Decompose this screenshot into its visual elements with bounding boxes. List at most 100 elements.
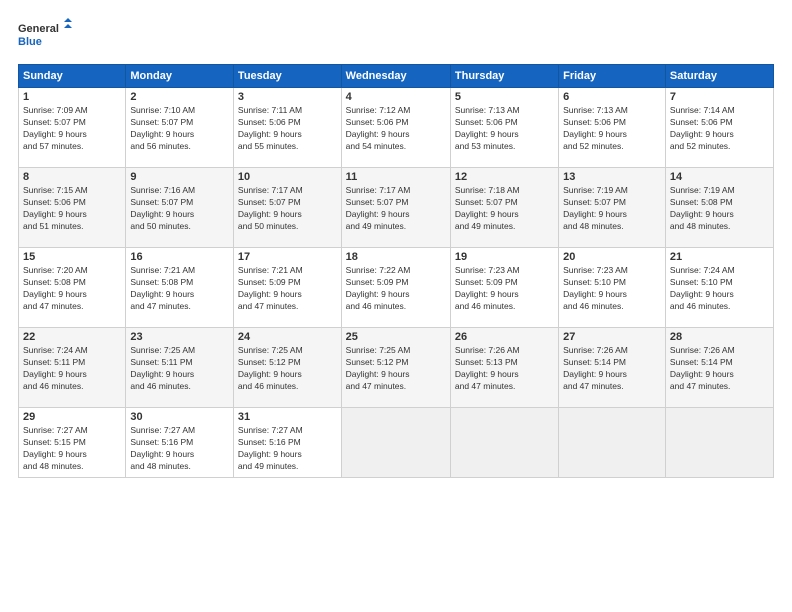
calendar-cell: 26 Sunrise: 7:26 AMSunset: 5:13 PMDayligh… xyxy=(450,328,558,408)
calendar-cell: 15 Sunrise: 7:20 AMSunset: 5:08 PMDayligh… xyxy=(19,248,126,328)
calendar-cell: 5Sunrise: 7:13 AMSunset: 5:06 PMDaylight… xyxy=(450,88,558,168)
day-number: 29 xyxy=(23,411,121,423)
svg-text:Blue: Blue xyxy=(18,36,42,48)
day-info: Sunrise: 7:25 AMSunset: 5:12 PMDaylight:… xyxy=(346,345,446,393)
calendar-cell: 25 Sunrise: 7:25 AMSunset: 5:12 PMDayligh… xyxy=(341,328,450,408)
day-info: Sunrise: 7:19 AMSunset: 5:07 PMDaylight:… xyxy=(563,185,661,233)
calendar-cell: 29Sunrise: 7:27 AMSunset: 5:15 PMDayligh… xyxy=(19,408,126,478)
calendar-cell: 30Sunrise: 7:27 AMSunset: 5:16 PMDayligh… xyxy=(126,408,234,478)
day-number: 24 xyxy=(238,331,337,343)
day-number: 10 xyxy=(238,171,337,183)
day-number: 19 xyxy=(455,251,554,263)
day-info: Sunrise: 7:11 AMSunset: 5:06 PMDaylight:… xyxy=(238,105,337,153)
calendar-cell: 11 Sunrise: 7:17 AMSunset: 5:07 PMDayligh… xyxy=(341,168,450,248)
day-info: Sunrise: 7:15 AMSunset: 5:06 PMDaylight:… xyxy=(23,185,121,233)
day-number: 11 xyxy=(346,171,446,183)
calendar-cell: 18 Sunrise: 7:22 AMSunset: 5:09 PMDayligh… xyxy=(341,248,450,328)
calendar-cell: 16Sunrise: 7:21 AMSunset: 5:08 PMDayligh… xyxy=(126,248,234,328)
day-number: 7 xyxy=(670,91,769,103)
day-number: 14 xyxy=(670,171,769,183)
day-number: 8 xyxy=(23,171,121,183)
calendar-cell: 21Sunrise: 7:24 AMSunset: 5:10 PMDayligh… xyxy=(665,248,773,328)
day-info: Sunrise: 7:14 AMSunset: 5:06 PMDaylight:… xyxy=(670,105,769,153)
day-info: Sunrise: 7:17 AMSunset: 5:07 PMDaylight:… xyxy=(346,185,446,233)
calendar-week-row: 15 Sunrise: 7:20 AMSunset: 5:08 PMDayligh… xyxy=(19,248,774,328)
calendar-cell: 22 Sunrise: 7:24 AMSunset: 5:11 PMDayligh… xyxy=(19,328,126,408)
calendar-cell: 2 Sunrise: 7:10 AMSunset: 5:07 PMDaylight… xyxy=(126,88,234,168)
calendar-cell: 20 Sunrise: 7:23 AMSunset: 5:10 PMDayligh… xyxy=(559,248,666,328)
calendar-week-row: 1 Sunrise: 7:09 AMSunset: 5:07 PMDaylight… xyxy=(19,88,774,168)
day-number: 13 xyxy=(563,171,661,183)
calendar-cell: 6 Sunrise: 7:13 AMSunset: 5:06 PMDaylight… xyxy=(559,88,666,168)
calendar-cell: 7 Sunrise: 7:14 AMSunset: 5:06 PMDaylight… xyxy=(665,88,773,168)
page: General Blue SundayMondayTuesdayWednesda… xyxy=(0,0,792,612)
calendar-week-row: 29Sunrise: 7:27 AMSunset: 5:15 PMDayligh… xyxy=(19,408,774,478)
day-info: Sunrise: 7:22 AMSunset: 5:09 PMDaylight:… xyxy=(346,265,446,313)
day-info: Sunrise: 7:23 AMSunset: 5:10 PMDaylight:… xyxy=(563,265,661,313)
weekday-header: Thursday xyxy=(450,65,558,88)
weekday-header: Wednesday xyxy=(341,65,450,88)
day-number: 6 xyxy=(563,91,661,103)
calendar-cell: 28Sunrise: 7:26 AMSunset: 5:14 PMDayligh… xyxy=(665,328,773,408)
day-info: Sunrise: 7:24 AMSunset: 5:10 PMDaylight:… xyxy=(670,265,769,313)
day-info: Sunrise: 7:09 AMSunset: 5:07 PMDaylight:… xyxy=(23,105,121,153)
day-info: Sunrise: 7:26 AMSunset: 5:14 PMDaylight:… xyxy=(563,345,661,393)
day-number: 22 xyxy=(23,331,121,343)
day-info: Sunrise: 7:24 AMSunset: 5:11 PMDaylight:… xyxy=(23,345,121,393)
day-number: 4 xyxy=(346,91,446,103)
header: General Blue xyxy=(18,18,774,56)
weekday-header: Monday xyxy=(126,65,234,88)
day-number: 9 xyxy=(130,171,229,183)
day-info: Sunrise: 7:20 AMSunset: 5:08 PMDaylight:… xyxy=(23,265,121,313)
day-info: Sunrise: 7:25 AMSunset: 5:12 PMDaylight:… xyxy=(238,345,337,393)
day-info: Sunrise: 7:10 AMSunset: 5:07 PMDaylight:… xyxy=(130,105,229,153)
calendar-cell xyxy=(559,408,666,478)
calendar-cell: 31Sunrise: 7:27 AMSunset: 5:16 PMDayligh… xyxy=(233,408,341,478)
calendar-cell: 9Sunrise: 7:16 AMSunset: 5:07 PMDaylight… xyxy=(126,168,234,248)
svg-text:General: General xyxy=(18,23,59,35)
day-number: 1 xyxy=(23,91,121,103)
logo: General Blue xyxy=(18,18,73,56)
day-number: 17 xyxy=(238,251,337,263)
day-info: Sunrise: 7:23 AMSunset: 5:09 PMDaylight:… xyxy=(455,265,554,313)
day-info: Sunrise: 7:21 AMSunset: 5:09 PMDaylight:… xyxy=(238,265,337,313)
calendar-cell xyxy=(341,408,450,478)
day-info: Sunrise: 7:25 AMSunset: 5:11 PMDaylight:… xyxy=(130,345,229,393)
day-number: 20 xyxy=(563,251,661,263)
calendar-cell xyxy=(665,408,773,478)
day-number: 15 xyxy=(23,251,121,263)
calendar-cell xyxy=(450,408,558,478)
day-info: Sunrise: 7:13 AMSunset: 5:06 PMDaylight:… xyxy=(455,105,554,153)
day-number: 26 xyxy=(455,331,554,343)
day-number: 2 xyxy=(130,91,229,103)
day-number: 23 xyxy=(130,331,229,343)
day-number: 18 xyxy=(346,251,446,263)
day-info: Sunrise: 7:21 AMSunset: 5:08 PMDaylight:… xyxy=(130,265,229,313)
day-number: 3 xyxy=(238,91,337,103)
day-info: Sunrise: 7:26 AMSunset: 5:14 PMDaylight:… xyxy=(670,345,769,393)
calendar-cell: 4 Sunrise: 7:12 AMSunset: 5:06 PMDaylight… xyxy=(341,88,450,168)
day-number: 25 xyxy=(346,331,446,343)
day-number: 27 xyxy=(563,331,661,343)
calendar-header-row: SundayMondayTuesdayWednesdayThursdayFrid… xyxy=(19,65,774,88)
day-info: Sunrise: 7:26 AMSunset: 5:13 PMDaylight:… xyxy=(455,345,554,393)
weekday-header: Tuesday xyxy=(233,65,341,88)
calendar-cell: 10 Sunrise: 7:17 AMSunset: 5:07 PMDayligh… xyxy=(233,168,341,248)
calendar-cell: 12Sunrise: 7:18 AMSunset: 5:07 PMDayligh… xyxy=(450,168,558,248)
calendar-cell: 1 Sunrise: 7:09 AMSunset: 5:07 PMDaylight… xyxy=(19,88,126,168)
day-number: 30 xyxy=(130,411,229,423)
calendar-cell: 17 Sunrise: 7:21 AMSunset: 5:09 PMDayligh… xyxy=(233,248,341,328)
calendar-week-row: 22 Sunrise: 7:24 AMSunset: 5:11 PMDayligh… xyxy=(19,328,774,408)
day-info: Sunrise: 7:18 AMSunset: 5:07 PMDaylight:… xyxy=(455,185,554,233)
weekday-header: Friday xyxy=(559,65,666,88)
logo-svg: General Blue xyxy=(18,18,73,56)
day-info: Sunrise: 7:12 AMSunset: 5:06 PMDaylight:… xyxy=(346,105,446,153)
weekday-header: Sunday xyxy=(19,65,126,88)
calendar-cell: 24 Sunrise: 7:25 AMSunset: 5:12 PMDayligh… xyxy=(233,328,341,408)
day-info: Sunrise: 7:19 AMSunset: 5:08 PMDaylight:… xyxy=(670,185,769,233)
calendar-cell: 13 Sunrise: 7:19 AMSunset: 5:07 PMDayligh… xyxy=(559,168,666,248)
day-info: Sunrise: 7:27 AMSunset: 5:16 PMDaylight:… xyxy=(238,425,337,473)
calendar-week-row: 8 Sunrise: 7:15 AMSunset: 5:06 PMDaylight… xyxy=(19,168,774,248)
day-info: Sunrise: 7:17 AMSunset: 5:07 PMDaylight:… xyxy=(238,185,337,233)
day-info: Sunrise: 7:13 AMSunset: 5:06 PMDaylight:… xyxy=(563,105,661,153)
